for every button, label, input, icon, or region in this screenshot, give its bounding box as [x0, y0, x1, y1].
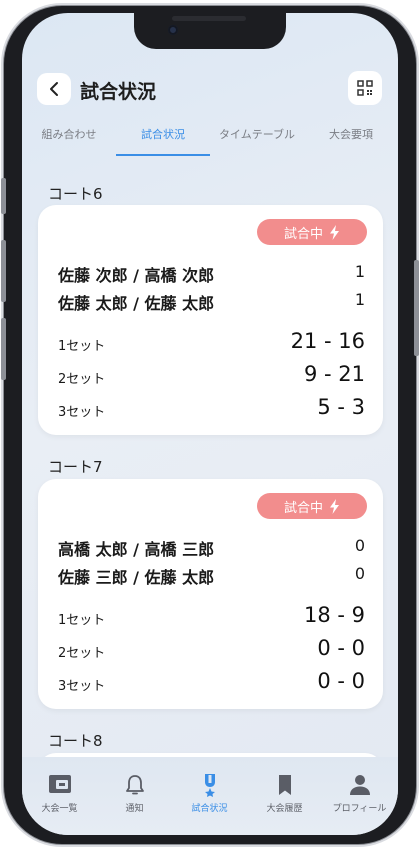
team-names: 佐藤 次郎 / 高橋 次郎 — [58, 266, 215, 285]
nav-history[interactable]: 大会履歴 — [247, 763, 322, 823]
set-score: 5 - 3 — [317, 395, 365, 419]
status-label: 試合中 — [283, 226, 323, 242]
status-label: 試合中 — [283, 500, 323, 516]
lightning-icon — [330, 498, 339, 514]
nav-label: 大会一覧 — [41, 804, 78, 814]
side-button — [1, 178, 6, 214]
set-label: 1セット — [58, 613, 106, 628]
match-card[interactable]: 試合中 高橋 太郎 / 高橋 三郎 0 佐藤 三郎 / 佐藤 太郎 0 1セット… — [38, 479, 383, 709]
nav-label: 通知 — [125, 804, 144, 814]
nav-notifications[interactable]: 通知 — [97, 763, 172, 823]
lightning-icon — [330, 224, 339, 240]
set-label: 1セット — [58, 339, 106, 354]
team-row: 佐藤 三郎 / 佐藤 太郎 0 — [58, 564, 365, 588]
tab-active-indicator — [116, 154, 210, 156]
nav-label: プロフィール — [332, 804, 387, 814]
chevron-left-icon — [50, 82, 58, 96]
team-row: 佐藤 太郎 / 佐藤 太郎 1 — [58, 290, 365, 314]
tab-pairings[interactable]: 組み合わせ — [22, 120, 116, 160]
side-button — [1, 240, 6, 302]
set-score: 18 - 9 — [303, 603, 365, 627]
nav-tournament-list[interactable]: 大会一覧 — [22, 763, 97, 823]
team-names: 佐藤 三郎 / 佐藤 太郎 — [58, 568, 215, 587]
set-score: 21 - 16 — [290, 329, 365, 353]
nav-label: 試合状況 — [191, 804, 228, 814]
set-label: 3セット — [58, 405, 106, 420]
set-score-row: 1セット 21 - 16 — [58, 329, 365, 357]
side-button — [1, 318, 6, 380]
qr-code-icon — [357, 80, 373, 96]
bookmark-icon — [279, 775, 291, 795]
team-row: 佐藤 次郎 / 高橋 次郎 1 — [58, 262, 365, 286]
trophy-icon — [205, 774, 215, 797]
nav-match-status[interactable]: 試合状況 — [172, 763, 247, 823]
set-score-row: 3セット 5 - 3 — [58, 395, 365, 423]
court-label: コート7 — [48, 458, 103, 476]
team-row: 高橋 太郎 / 高橋 三郎 0 — [58, 536, 365, 560]
sets-won: 0 — [354, 564, 365, 583]
set-score-row: 2セット 9 - 21 — [58, 362, 365, 390]
set-score: 0 - 0 — [317, 669, 365, 693]
bell-icon — [126, 775, 144, 795]
set-score-row: 2セット 0 - 0 — [58, 636, 365, 664]
team-names: 高橋 太郎 / 高橋 三郎 — [58, 540, 215, 559]
team-names: 佐藤 太郎 / 佐藤 太郎 — [58, 294, 215, 313]
tab-bar: 組み合わせ 試合状況 タイムテーブル 大会要項 — [22, 120, 398, 160]
side-button — [414, 260, 419, 356]
tab-guidelines[interactable]: 大会要項 — [304, 120, 398, 160]
set-score-row: 1セット 18 - 9 — [58, 603, 365, 631]
tournament-list-icon — [49, 775, 71, 793]
screen: 試合状況 組み合わせ 試合状況 タイムテーブル 大会要項 コート6 試合中 佐藤… — [22, 13, 398, 835]
nav-label: 大会履歴 — [266, 804, 303, 814]
set-label: 3セット — [58, 679, 106, 694]
court-label: コート8 — [48, 732, 103, 750]
person-icon — [350, 775, 370, 795]
status-badge: 試合中 — [257, 493, 367, 519]
header: 試合状況 — [22, 69, 398, 109]
front-camera — [168, 25, 178, 35]
bottom-nav: 大会一覧 通知 試合状況 大会履歴 プロフィール — [22, 757, 398, 835]
sets-won: 1 — [354, 262, 365, 281]
sets-won: 0 — [354, 536, 365, 555]
court-label: コート6 — [48, 185, 103, 203]
set-label: 2セット — [58, 646, 106, 661]
page-title: 試合状況 — [80, 81, 157, 103]
match-card[interactable]: 試合中 佐藤 次郎 / 高橋 次郎 1 佐藤 太郎 / 佐藤 太郎 1 1セット… — [38, 205, 383, 435]
sets-won: 1 — [354, 290, 365, 309]
set-score-row: 3セット 0 - 0 — [58, 669, 365, 697]
tab-timetable[interactable]: タイムテーブル — [210, 120, 304, 160]
set-score: 0 - 0 — [317, 636, 365, 660]
nav-profile[interactable]: プロフィール — [322, 763, 397, 823]
speaker — [172, 16, 246, 21]
set-label: 2セット — [58, 372, 106, 387]
status-badge: 試合中 — [257, 219, 367, 245]
match-list[interactable]: コート6 試合中 佐藤 次郎 / 高橋 次郎 1 佐藤 太郎 / 佐藤 太郎 1… — [22, 159, 398, 757]
qr-code-button[interactable] — [348, 71, 382, 105]
set-score: 9 - 21 — [303, 362, 365, 386]
back-button[interactable] — [37, 73, 71, 105]
